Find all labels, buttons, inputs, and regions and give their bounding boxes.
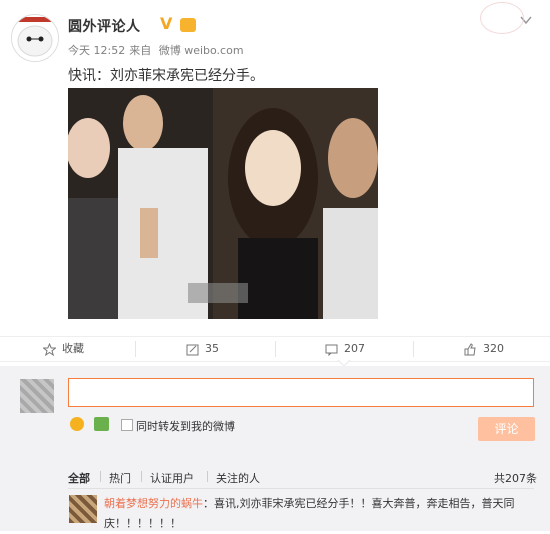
comment-item: 朝着梦想努力的蜗牛：喜讯,刘亦菲宋承宪已经分手！！喜大奔普，奔走相告，普天同庆！… [104, 494, 536, 534]
commenter-avatar[interactable] [69, 495, 97, 523]
post-photo[interactable] [68, 88, 378, 319]
post-source[interactable]: 微博 weibo.com [159, 44, 244, 57]
post-meta: 今天 12:52 来自 微博 weibo.com [68, 42, 248, 58]
comment-input[interactable] [68, 378, 534, 407]
user-avatar[interactable] [11, 14, 59, 62]
favorite-button[interactable]: 收藏 [43, 337, 84, 361]
divider [207, 471, 208, 482]
star-icon [43, 342, 56, 356]
comment-count: 207 [344, 342, 365, 355]
verified-v-icon: V [160, 14, 173, 33]
image-icon[interactable] [94, 417, 109, 431]
repost-icon [186, 344, 199, 355]
divider [68, 488, 534, 489]
favorite-label: 收藏 [62, 342, 84, 355]
emoji-icon[interactable] [70, 417, 84, 431]
post-time[interactable]: 今天 12:52 [68, 44, 125, 57]
divider [275, 341, 276, 357]
tab-verified[interactable]: 认证用户 [150, 470, 194, 486]
username[interactable]: 圆外评论人 [68, 16, 141, 36]
thumbs-up-icon [464, 342, 476, 355]
comment-button[interactable]: 207 [325, 337, 365, 361]
tab-following[interactable]: 关注的人 [216, 470, 260, 486]
also-repost-label: 同时转发到我的微博 [136, 420, 235, 433]
crown-icon [180, 18, 196, 32]
divider [141, 471, 142, 482]
comment-pointer-inner [338, 359, 350, 365]
repost-count: 35 [205, 342, 219, 355]
also-repost-checkbox[interactable] [121, 419, 133, 431]
post-actions-bar: 收藏 35 207 320 [0, 336, 550, 362]
weibo-post: 圆外评论人 V 今天 12:52 来自 微博 weibo.com 快讯：刘亦菲宋承… [0, 0, 550, 336]
my-avatar [20, 379, 54, 413]
like-count: 320 [483, 342, 504, 355]
submit-comment-button[interactable]: 评论 [478, 417, 535, 441]
repost-button[interactable]: 35 [186, 337, 219, 361]
like-button[interactable]: 320 [464, 337, 504, 361]
comment-total: 共207条 [494, 472, 537, 485]
post-content: 快讯：刘亦菲宋承宪已经分手。 [68, 68, 264, 84]
watermark-stamp [480, 2, 524, 34]
tab-all[interactable]: 全部 [68, 470, 90, 486]
divider [100, 471, 101, 482]
divider [135, 341, 136, 357]
divider [413, 341, 414, 357]
source-prefix: 来自 [129, 44, 152, 57]
comment-icon [325, 344, 338, 356]
commenter-name[interactable]: 朝着梦想努力的蜗牛 [104, 497, 203, 510]
tab-hot[interactable]: 热门 [109, 470, 131, 486]
